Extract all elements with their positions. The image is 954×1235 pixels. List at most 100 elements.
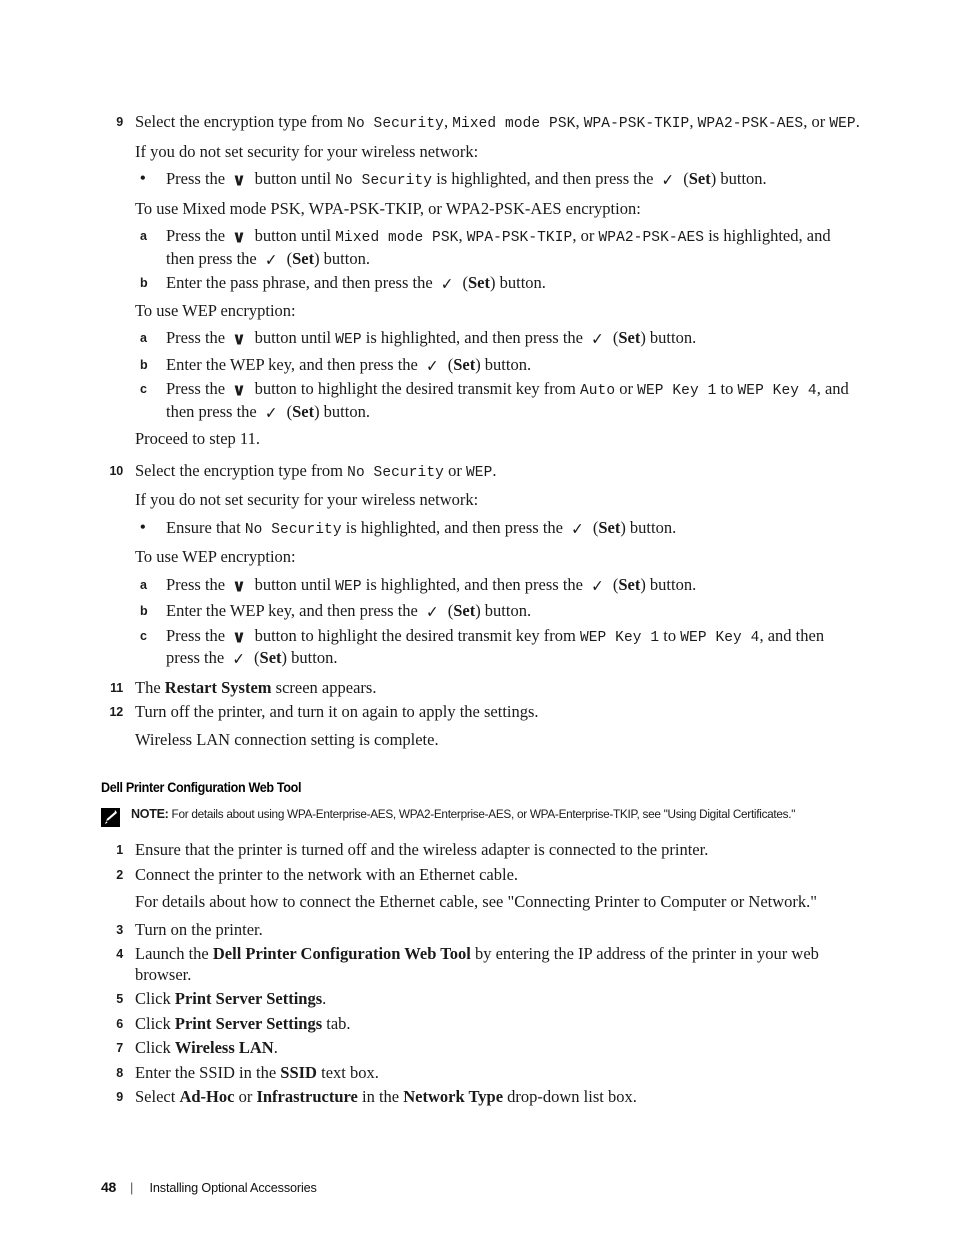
set-button-label: Set [453, 601, 476, 620]
sub-item-marker: b [140, 357, 148, 372]
sub-item-text: Press the ∨ button to highlight the desi… [166, 626, 861, 669]
sub-item-text: Enter the pass phrase, and then press th… [166, 273, 861, 294]
text-run: Press the [166, 379, 230, 398]
step-12: 12 Turn off the printer, and turn it on … [101, 702, 861, 723]
text-run: ) button. [710, 169, 767, 188]
ui-label-ssid: SSID [280, 1062, 317, 1082]
check-icon: ✓ [232, 649, 245, 669]
text-run: . [492, 460, 497, 480]
text-run: ( [608, 574, 619, 594]
paragraph-ethernet-details: For details about how to connect the Eth… [135, 892, 818, 911]
text-run: Click [135, 1013, 175, 1033]
step-2: 2 Connect the printer to the network wit… [101, 865, 861, 886]
text-run: Press the [166, 226, 230, 245]
code-wpa2-psk-aes: WPA2-PSK-AES [598, 230, 705, 246]
text-run: or [615, 379, 638, 398]
code-wep-key-1: WEP Key 1 [637, 383, 717, 399]
note-block: NOTE: For details about using WPA-Enterp… [101, 806, 861, 827]
code-no-security: No Security [347, 464, 444, 481]
text-run: text box. [316, 1062, 379, 1082]
text-run: Enter the SSID in the [135, 1062, 281, 1082]
text-run: ( [608, 328, 619, 347]
text-run: tab. [322, 1013, 351, 1033]
sub-item-b: b Enter the pass phrase, and then press … [140, 273, 861, 294]
text-run: , [689, 112, 698, 131]
text-run: ) button. [281, 648, 338, 667]
step-text: Select the encryption type from No Secur… [135, 461, 861, 484]
text-run: Press the [166, 625, 230, 645]
step-1: 1 Ensure that the printer is turned off … [101, 840, 861, 861]
sub-item-marker: c [140, 382, 147, 396]
set-button-label: Set [259, 648, 282, 667]
chevron-down-icon: ∨ [232, 576, 247, 596]
text-run: button until [250, 574, 336, 594]
sub-item-c: c Press the ∨ button to highlight the de… [140, 626, 861, 669]
step-number: 7 [116, 1041, 123, 1055]
text-run: drop-down list box. [503, 1087, 637, 1106]
text-run: or [443, 460, 466, 480]
text-run: or [234, 1087, 257, 1106]
text-run: ( [249, 648, 260, 667]
step-11: 11 The Restart System screen appears. [101, 678, 861, 699]
text-run: , [443, 112, 453, 131]
sub-item-text: Press the ∨ button until Mixed mode PSK,… [166, 226, 861, 269]
text-run: is highlighted, and then press the [361, 574, 588, 594]
text-run: Enter the WEP key, and then press the [166, 354, 422, 374]
check-icon: ✓ [591, 575, 604, 596]
note-text: NOTE: For details about using WPA-Enterp… [131, 806, 825, 823]
text-run: Select [135, 1087, 180, 1106]
sub-item-bullet: • Press the ∨ button until No Security i… [140, 169, 861, 192]
paragraph-proceed-to-step-11: Proceed to step 11. [135, 429, 260, 448]
text-run: button to highlight the desired transmit… [250, 625, 580, 645]
sub-item-b: b Enter the WEP key, and then press the … [140, 601, 861, 622]
code-wpa-psk-tkip: WPA-PSK-TKIP [466, 230, 573, 246]
chevron-down-icon: ∨ [232, 627, 247, 647]
code-no-security: No Security [335, 173, 433, 189]
step-text: Select the encryption type from No Secur… [135, 112, 861, 135]
footer-page-number: 48 [101, 1179, 116, 1195]
sub-item-bullet: • Ensure that No Security is highlighted… [140, 518, 861, 541]
set-button-label: Set [618, 574, 641, 594]
sub-item-wep-c: c Press the ∨ button to highlight the de… [140, 379, 861, 422]
code-wep-key-4: WEP Key 4 [680, 629, 760, 646]
ui-label-wireless-lan: Wireless LAN [174, 1038, 274, 1057]
text-run: . [855, 112, 860, 131]
step-text: Ensure that the printer is turned off an… [135, 840, 709, 859]
check-icon: ✓ [264, 402, 278, 423]
text-run: ( [458, 273, 469, 292]
check-icon: ✓ [661, 170, 675, 190]
code-auto: Auto [579, 383, 616, 399]
text-run: is highlighted, and then press the [341, 517, 568, 537]
chevron-down-icon: ∨ [232, 329, 247, 350]
code-wep: WEP [465, 464, 493, 481]
step-text: The Restart System screen appears. [135, 678, 861, 699]
chevron-down-icon: ∨ [232, 227, 247, 248]
code-mixed-mode-psk: Mixed mode PSK [335, 230, 459, 246]
ui-label-print-server-settings-tab: Print Server Settings [174, 1013, 323, 1033]
step-text: Launch the Dell Printer Configuration We… [135, 944, 861, 985]
check-icon: ✓ [425, 602, 439, 622]
code-mixed-mode-psk: Mixed mode PSK [452, 116, 576, 132]
ui-label-ad-hoc: Ad-Hoc [179, 1087, 235, 1106]
sub-item-a: a Press the ∨ button until WEP is highli… [140, 575, 861, 598]
text-run: ( [443, 601, 454, 620]
text-run: is highlighted, and then press the [361, 328, 588, 347]
text-run: button to highlight the desired transmit… [250, 379, 580, 398]
text-run: button until [250, 226, 336, 245]
text-run: Press the [166, 328, 230, 347]
sub-item-wep-a: a Press the ∨ button until WEP is highli… [140, 328, 861, 351]
sub-item-a: a Press the ∨ button until Mixed mode PS… [140, 226, 861, 269]
sub-item-marker: c [140, 628, 147, 643]
step-number: 12 [109, 705, 123, 719]
text-run: , [575, 112, 584, 131]
text-run: is highlighted, and then press the [432, 169, 658, 188]
step-number: 8 [116, 1065, 123, 1080]
check-icon: ✓ [591, 329, 604, 349]
step-9-web: 9 Select Ad-Hoc or Infrastructure in the… [101, 1087, 861, 1108]
text-run: ) button. [314, 401, 370, 421]
step-6: 6 Click Print Server Settings tab. [101, 1014, 861, 1035]
sub-item-marker: a [140, 577, 147, 592]
sub-item-text: Press the ∨ button until WEP is highligh… [166, 328, 861, 351]
ui-label-restart-system: Restart System [164, 677, 272, 697]
code-no-security: No Security [244, 521, 342, 538]
